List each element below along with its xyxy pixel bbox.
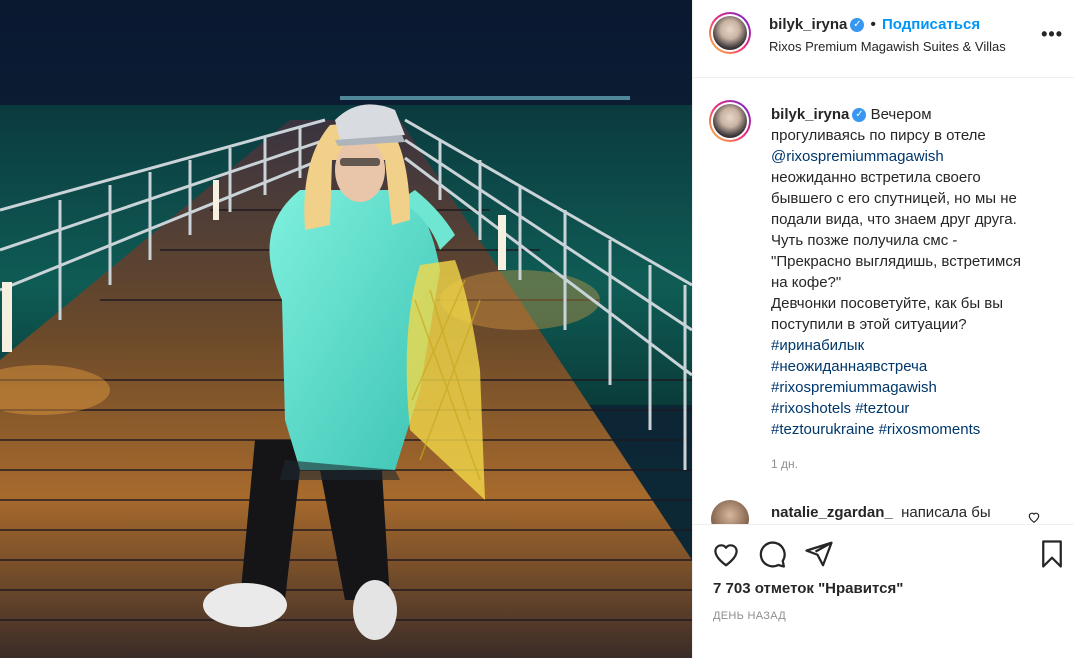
post-side-panel: bilyk_iryna ✓ • Подписаться Rixos Premium M… xyxy=(692,0,1074,658)
caption-avatar[interactable] xyxy=(709,100,751,142)
post-header: bilyk_iryna ✓ • Подписаться Rixos Premium M… xyxy=(693,0,1074,78)
caption: bilyk_iryna ✓ Вечером прогуливаясь по пир… xyxy=(771,104,1061,440)
comment-icon[interactable] xyxy=(757,539,787,574)
location-link[interactable]: Rixos Premium Magawish Suites & Villas xyxy=(769,39,1006,54)
pier-night-scene xyxy=(0,0,692,658)
hashtag-link[interactable]: #rixoshotels #teztour xyxy=(771,398,1061,419)
comment-username[interactable]: natalie_zgardan_ xyxy=(771,504,893,521)
follow-button[interactable]: Подписаться xyxy=(882,16,980,33)
caption-line: поступили в этой ситуации? xyxy=(771,316,967,333)
username-link[interactable]: bilyk_iryna xyxy=(769,16,847,33)
avatar[interactable] xyxy=(709,12,751,54)
caption-line: на кофе?" xyxy=(771,274,842,291)
comment-item: natalie_zgardan_ написала бы xyxy=(693,494,1074,524)
hashtag-link[interactable]: #иринабилык xyxy=(771,335,1061,356)
comment-text: natalie_zgardan_ написала бы xyxy=(771,504,991,521)
caption-line: прогуливаясь по пирсу в отеле xyxy=(771,127,986,144)
hashtag-link[interactable]: #teztourukraine #rixosmoments xyxy=(771,419,1061,440)
likes-count[interactable]: 7 703 отметок "Нравится" xyxy=(713,580,903,597)
caption-mention-link[interactable]: @rixospremiummagawish xyxy=(771,146,1061,167)
caption-time[interactable]: 1 дн. xyxy=(771,457,798,471)
heart-icon[interactable] xyxy=(711,539,741,574)
share-icon[interactable] xyxy=(804,539,834,574)
caption-line: бывшего с его спутницей, но мы не xyxy=(771,190,1017,207)
caption-line: Чуть позже получила смс - xyxy=(771,232,958,249)
caption-line: неожиданно встретила своего xyxy=(771,169,981,186)
comment-like-icon[interactable] xyxy=(1027,510,1041,524)
comment-avatar[interactable] xyxy=(711,500,749,524)
hashtag-link[interactable]: #rixospremiummagawish xyxy=(771,377,1061,398)
post-actions: 7 703 отметок "Нравится" ДЕНЬ НАЗАД xyxy=(693,524,1074,658)
bookmark-icon[interactable] xyxy=(1037,539,1067,574)
caption-line: Девчонки посоветуйте, как бы вы xyxy=(771,295,1004,312)
post-date[interactable]: ДЕНЬ НАЗАД xyxy=(713,610,786,622)
post-photo[interactable] xyxy=(0,0,692,658)
verified-icon: ✓ xyxy=(850,17,865,32)
verified-icon: ✓ xyxy=(852,108,867,123)
hashtag-link[interactable]: #неожиданнаявстреча xyxy=(771,356,1061,377)
caption-line: Вечером xyxy=(870,106,932,123)
comment-body: написала бы xyxy=(901,504,991,521)
header-userline: bilyk_iryna ✓ • Подписаться xyxy=(769,16,980,34)
caption-username[interactable]: bilyk_iryna xyxy=(771,106,849,123)
caption-line: "Прекрасно выглядишь, встретимся xyxy=(771,253,1021,270)
caption-line: подали вида, что знаем друг друга. xyxy=(771,211,1017,228)
separator-dot: • xyxy=(870,16,876,33)
more-icon[interactable]: ••• xyxy=(1041,24,1063,45)
